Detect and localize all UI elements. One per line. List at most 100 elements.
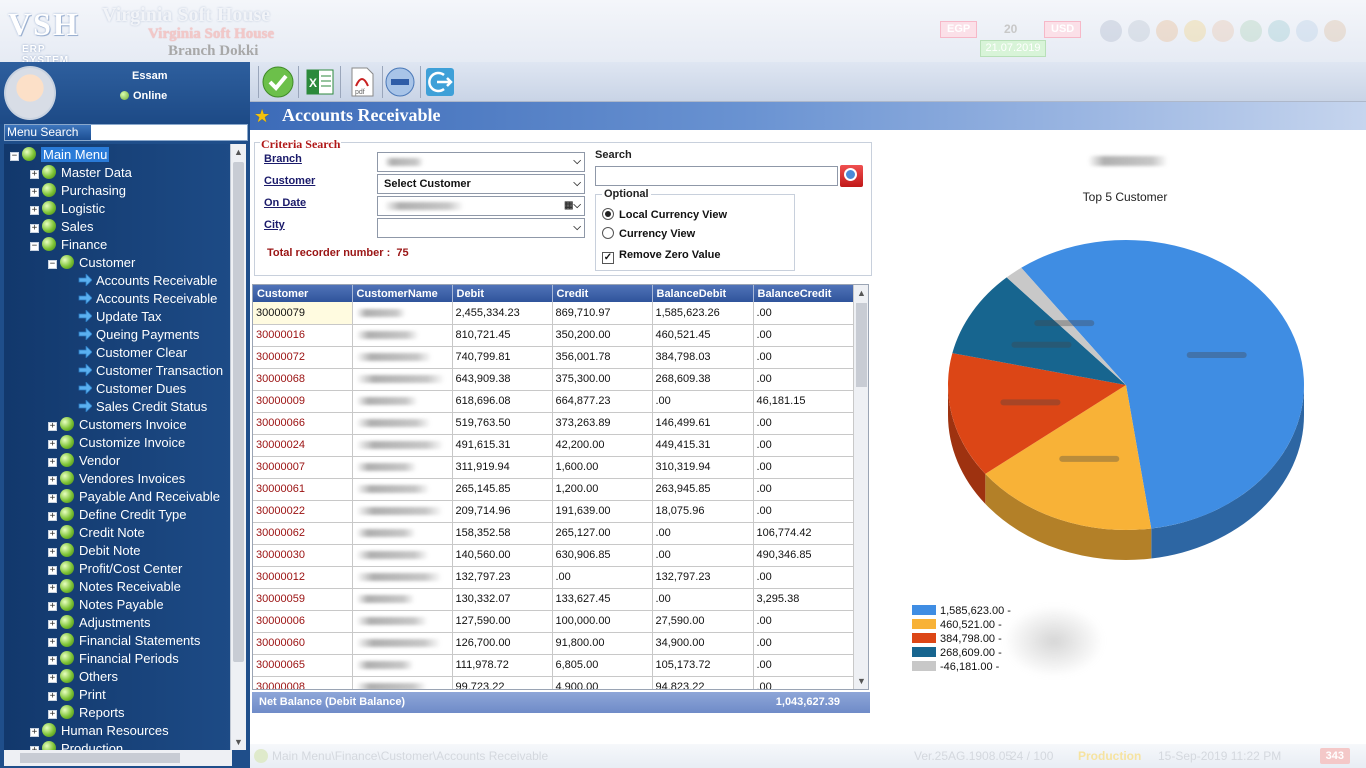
customer-select[interactable]: Select Customer ⌵ <box>377 174 585 194</box>
sidebar-item-financial-statements[interactable]: + Financial Statements <box>48 632 200 650</box>
branch-select[interactable]: ⌵ <box>377 152 585 172</box>
sidebar-item-main-menu[interactable]: − Main Menu <box>10 146 110 164</box>
expand-icon[interactable]: + <box>48 656 57 665</box>
sidebar-item-master-data[interactable]: + Master Data <box>30 164 132 182</box>
sidebar-item-others[interactable]: + Others <box>48 668 118 686</box>
column-header-customername[interactable]: CustomerName <box>352 285 453 302</box>
sidebar-item-update-tax[interactable]: Update Tax <box>78 308 162 326</box>
expand-icon[interactable]: + <box>30 224 39 233</box>
table-row[interactable]: 30000068 643,909.38 375,300.00 268,609.38.0… <box>253 368 854 391</box>
table-row[interactable]: 30000008 99,723.22 4,900.00 94,823.22.00 <box>253 676 854 689</box>
expand-icon[interactable]: + <box>48 440 57 449</box>
expand-icon[interactable]: + <box>48 548 57 557</box>
checkbox-checked[interactable]: ✓ <box>602 252 614 264</box>
table-row[interactable]: 30000065 111,978.72 6,805.00 105,173.72.00 <box>253 654 854 677</box>
expand-icon[interactable]: + <box>48 566 57 575</box>
column-header-balancedebit[interactable]: BalanceDebit <box>652 285 754 302</box>
radio-selected[interactable] <box>602 208 614 220</box>
menu-tree-hscrollbar[interactable] <box>4 750 232 766</box>
expand-icon[interactable]: + <box>48 476 57 485</box>
sidebar-item-debit-note[interactable]: + Debit Note <box>48 542 140 560</box>
export-excel-button[interactable]: X <box>304 66 336 98</box>
expand-icon[interactable]: + <box>30 206 39 215</box>
sidebar-item-customer[interactable]: − Customer <box>48 254 135 272</box>
sidebar-item-adjustments[interactable]: + Adjustments <box>48 614 151 632</box>
expand-icon[interactable]: + <box>30 170 39 179</box>
expand-icon[interactable]: + <box>48 620 57 629</box>
sidebar-item-queing-payments[interactable]: Queing Payments <box>78 326 199 344</box>
info-icon[interactable] <box>1296 20 1318 42</box>
exit-button[interactable] <box>424 66 456 98</box>
expand-icon[interactable]: + <box>48 530 57 539</box>
table-row[interactable]: 30000072 740,799.81 356,001.78 384,798.03.0… <box>253 346 854 369</box>
collapse-icon[interactable]: − <box>30 242 39 251</box>
expand-icon[interactable]: + <box>48 674 57 683</box>
help-icon[interactable] <box>1324 20 1346 42</box>
calendar-icon[interactable]: ▦⌵ <box>564 197 581 215</box>
sidebar-item-sales-credit-status[interactable]: Sales Credit Status <box>78 398 207 416</box>
table-row[interactable]: 30000066 519,763.50 373,263.89 146,499.61.0… <box>253 412 854 435</box>
menu-search-input[interactable] <box>93 125 247 140</box>
radio-unselected[interactable] <box>602 227 614 239</box>
confirm-button[interactable] <box>262 66 294 98</box>
export-pdf-button[interactable]: pdf <box>346 66 378 98</box>
sidebar-item-customers-invoice[interactable]: + Customers Invoice <box>48 416 187 434</box>
sidebar-item-production[interactable]: + Production <box>30 740 123 750</box>
minimize-icon[interactable] <box>1128 20 1150 42</box>
menu-tree-scrollbar[interactable]: ▲ ▼ <box>230 144 246 750</box>
sidebar-item-accounts-receivable[interactable]: Accounts Receivable <box>78 272 217 290</box>
sidebar-item-purchasing[interactable]: + Purchasing <box>30 182 126 200</box>
user-icon[interactable] <box>1212 20 1234 42</box>
sidebar-item-customer-clear[interactable]: Customer Clear <box>78 344 187 362</box>
table-row[interactable]: 30000024 491,615.31 42,200.00 449,415.31.00 <box>253 434 854 457</box>
table-row[interactable]: 30000061 265,145.85 1,200.00 263,945.85.00 <box>253 478 854 501</box>
column-header-customer[interactable]: Customer <box>253 285 353 302</box>
collapse-icon[interactable]: − <box>10 152 19 161</box>
scroll-down-icon[interactable]: ▼ <box>854 673 869 689</box>
sidebar-item-financial-periods[interactable]: + Financial Periods <box>48 650 179 668</box>
remove-zero-option[interactable]: ✓ Remove Zero Value <box>602 249 721 264</box>
collapse-icon[interactable]: − <box>48 260 57 269</box>
table-row[interactable]: 30000062 158,352.58 265,127.00.00 106,774.4… <box>253 522 854 545</box>
sidebar-item-sales[interactable]: + Sales <box>30 218 94 236</box>
scroll-up-icon[interactable]: ▲ <box>854 285 869 301</box>
search-button[interactable] <box>840 165 863 187</box>
expand-icon[interactable]: + <box>48 710 57 719</box>
column-header-credit[interactable]: Credit <box>552 285 653 302</box>
expand-icon[interactable]: + <box>48 512 57 521</box>
table-row[interactable]: 30000007 311,919.94 1,600.00 310,319.94.00 <box>253 456 854 479</box>
sidebar-item-credit-note[interactable]: + Credit Note <box>48 524 145 542</box>
foreign-currency-badge[interactable]: USD <box>1044 21 1082 38</box>
table-row[interactable]: 30000006 127,590.00 100,000.00 27,590.00.00 <box>253 610 854 633</box>
table-row[interactable]: 30000060 126,700.00 91,800.00 34,900.00.00 <box>253 632 854 655</box>
chevron-down-icon[interactable]: ⌵ <box>573 219 581 237</box>
sidebar-item-customer-dues[interactable]: Customer Dues <box>78 380 186 398</box>
globe-icon[interactable] <box>1268 20 1290 42</box>
printer-icon[interactable] <box>1100 20 1122 42</box>
sidebar-item-print[interactable]: + Print <box>48 686 106 704</box>
sidebar-item-accounts-receivable[interactable]: Accounts Receivable <box>78 290 217 308</box>
scroll-thumb[interactable] <box>856 303 867 387</box>
expand-icon[interactable]: + <box>48 692 57 701</box>
expand-icon[interactable]: + <box>48 422 57 431</box>
column-header-debit[interactable]: Debit <box>452 285 553 302</box>
sidebar-item-human-resources[interactable]: + Human Resources <box>30 722 169 740</box>
sidebar-item-payable-and-receivable[interactable]: + Payable And Receivable <box>48 488 220 506</box>
search-input[interactable] <box>595 166 838 186</box>
city-select[interactable]: ⌵ <box>377 218 585 238</box>
table-row[interactable]: 30000059 130,332.07 133,627.45.00 3,295.38 <box>253 588 854 611</box>
sidebar-item-vendores-invoices[interactable]: + Vendores Invoices <box>48 470 185 488</box>
chart-icon[interactable] <box>1156 20 1178 42</box>
bell-icon[interactable] <box>1184 20 1206 42</box>
table-row[interactable]: 30000022 209,714.96 191,639.00 18,075.96.00 <box>253 500 854 523</box>
sidebar-item-notes-receivable[interactable]: + Notes Receivable <box>48 578 181 596</box>
expand-icon[interactable]: + <box>48 458 57 467</box>
sidebar-item-logistic[interactable]: + Logistic <box>30 200 105 218</box>
expand-icon[interactable]: + <box>48 602 57 611</box>
sidebar-item-vendor[interactable]: + Vendor <box>48 452 120 470</box>
column-header-balancecredit[interactable]: BalanceCredit <box>753 285 854 302</box>
sidebar-item-profit-cost-center[interactable]: + Profit/Cost Center <box>48 560 182 578</box>
sidebar-item-customer-transaction[interactable]: Customer Transaction <box>78 362 223 380</box>
scroll-up-icon[interactable]: ▲ <box>231 144 246 160</box>
chevron-down-icon[interactable]: ⌵ <box>573 153 581 171</box>
